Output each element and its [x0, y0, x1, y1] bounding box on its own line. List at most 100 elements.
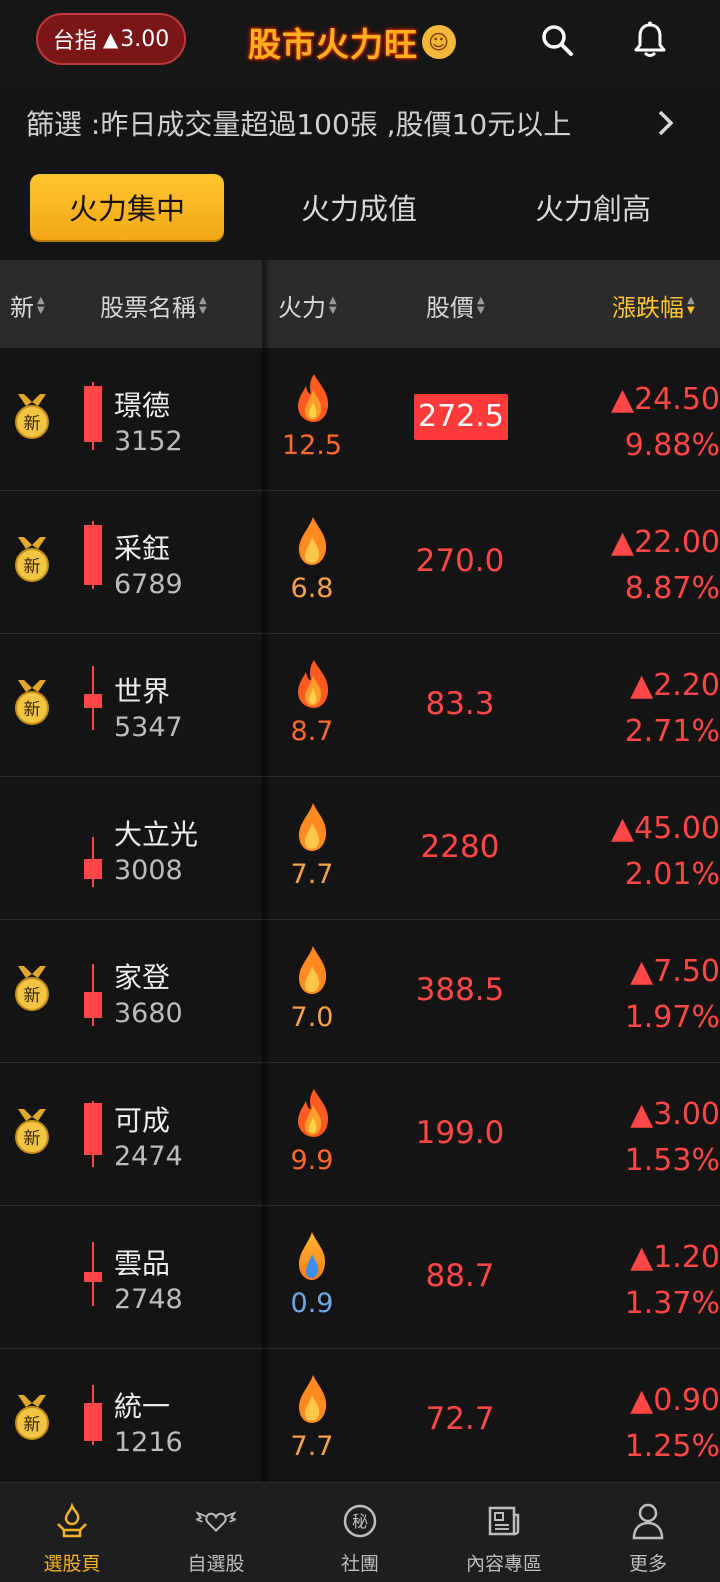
table-header: 新 ▲ ▼ 股票名稱 ▲ ▼ 火力 ▲ ▼ 股價 ▲ ▼ 漲跌幅 ▲ ▼: [0, 260, 720, 348]
column-name[interactable]: 股票名稱 ▲ ▼: [100, 288, 207, 323]
column-new-label: 新: [10, 294, 34, 322]
nav-content[interactable]: 內容專區: [432, 1483, 576, 1582]
bottom-nav: 選股頁 自選股 秘 社團 內容專區 更多: [0, 1482, 720, 1582]
index-arrow: ▲: [102, 27, 119, 51]
sort-icon: ▲ ▼: [329, 294, 337, 316]
column-price[interactable]: 股價 ▲ ▼: [426, 288, 485, 323]
column-fire[interactable]: 火力 ▲ ▼: [278, 288, 337, 323]
svg-text:新: 新: [24, 557, 41, 577]
table-row[interactable]: 新 世界 5347 8.7 83.3 ▲2.20 2.71%: [0, 634, 720, 777]
tab-fire-concentration[interactable]: 火力集中: [30, 174, 224, 240]
candlestick-icon: [82, 1349, 104, 1492]
fire-value: 7.7: [290, 1431, 334, 1462]
winged-heart-icon: [196, 1511, 236, 1533]
fire-icon: [292, 515, 332, 567]
table-row[interactable]: 大立光 3008 7.7 2280 ▲45.00 2.01%: [0, 777, 720, 920]
fire-value: 9.9: [290, 1145, 334, 1176]
fire-value: 7.7: [290, 859, 334, 890]
tab-fire-high[interactable]: 火力創高: [496, 174, 690, 240]
fire-icon: [292, 1230, 332, 1282]
filter-bar[interactable]: 篩選 :昨日成交量超過100張 ,股價10元以上: [0, 82, 720, 164]
nav-more[interactable]: 更多: [576, 1483, 720, 1582]
table-row[interactable]: 新 采鈺 6789 6.8 270.0 ▲22.00 8.87%: [0, 491, 720, 634]
column-name-label: 股票名稱: [100, 294, 196, 322]
nav-label: 自選股: [187, 1553, 245, 1575]
brand-title: 股市火力旺: [248, 25, 418, 64]
tab-bar: 火力集中 火力成值 火力創高: [0, 164, 720, 260]
price-change-percent: 1.97%: [624, 1000, 720, 1035]
grin-emoji-icon: ☺: [422, 25, 456, 59]
secret-club-icon: 秘: [343, 1504, 377, 1538]
column-price-label: 股價: [426, 294, 474, 322]
nav-label: 社團: [340, 1553, 379, 1575]
stock-name: 家登: [114, 961, 171, 994]
sort-icon: ▲ ▼: [199, 294, 207, 316]
stock-price: 83.3: [425, 686, 495, 722]
stock-name: 采鈺: [114, 532, 171, 565]
stock-name: 統一: [114, 1390, 171, 1423]
price-change-percent: 1.53%: [624, 1143, 720, 1178]
tab-fire-value[interactable]: 火力成值: [262, 174, 456, 240]
stock-name: 世界: [114, 675, 171, 708]
news-icon: [488, 1506, 520, 1536]
price-change: ▲24.50: [611, 382, 720, 417]
stock-code: 3008: [114, 855, 183, 886]
stock-price: 270.0: [415, 543, 505, 579]
table-row[interactable]: 新 統一 1216 7.7 72.7 ▲0.90 1.25%: [0, 1349, 720, 1492]
index-label: 台指: [52, 29, 97, 54]
stock-price: 88.7: [425, 1258, 495, 1294]
search-button[interactable]: [535, 18, 579, 62]
stock-name: 雲品: [114, 1247, 171, 1280]
price-change-percent: 1.37%: [624, 1286, 720, 1321]
stock-code: 2748: [114, 1284, 183, 1315]
fire-value: 7.0: [290, 1002, 334, 1033]
frozen-column-shadow: [262, 260, 270, 1482]
candlestick-icon: [82, 634, 104, 777]
stock-price: 2280: [420, 829, 500, 865]
search-icon: [542, 25, 573, 56]
fire-icon: [292, 801, 332, 853]
svg-text:秘: 秘: [352, 1512, 368, 1531]
nav-label: 選股頁: [43, 1553, 101, 1575]
price-change: ▲45.00: [611, 811, 720, 846]
candlestick-icon: [82, 491, 104, 634]
column-change-label: 漲跌幅: [612, 294, 684, 322]
price-change: ▲7.50: [630, 954, 720, 989]
nav-stock-pick[interactable]: 選股頁: [0, 1483, 144, 1582]
new-medal-icon: 新: [12, 678, 52, 728]
new-medal-icon: 新: [12, 964, 52, 1014]
table-row[interactable]: 新 家登 3680 7.0 388.5 ▲7.50 1.97%: [0, 920, 720, 1063]
table-row[interactable]: 新 可成 2474 9.9 199.0 ▲3.00 1.53%: [0, 1063, 720, 1206]
sort-desc-icon: ▲ ▼: [687, 294, 695, 316]
filter-text: 篩選 :昨日成交量超過100張 ,股價10元以上: [26, 108, 572, 141]
column-new[interactable]: 新 ▲ ▼: [10, 288, 45, 323]
stock-code: 6789: [114, 569, 183, 600]
new-medal-icon: 新: [12, 392, 52, 442]
candlestick-icon: [82, 777, 104, 920]
svg-text:新: 新: [24, 1415, 41, 1435]
candlestick-icon: [82, 1206, 104, 1349]
price-change: ▲3.00: [630, 1097, 720, 1132]
table-row[interactable]: 雲品 2748 0.9 88.7 ▲1.20 1.37%: [0, 1206, 720, 1349]
chevron-right-icon: [658, 110, 674, 136]
index-pill[interactable]: 台指 ▲ 3.00: [36, 13, 186, 65]
stock-price: 72.7: [425, 1401, 495, 1437]
fire-value: 0.9: [290, 1288, 334, 1319]
nav-club[interactable]: 秘 社團: [288, 1483, 432, 1582]
new-medal-icon: 新: [12, 535, 52, 585]
svg-text:新: 新: [24, 1129, 41, 1149]
stock-code: 3152: [114, 426, 183, 457]
svg-text:新: 新: [24, 414, 41, 434]
column-change[interactable]: 漲跌幅 ▲ ▼: [612, 288, 695, 323]
app-logo: 股市火力旺 ☺: [248, 14, 456, 70]
index-value: 3.00: [120, 26, 170, 52]
fire-value: 8.7: [290, 716, 334, 747]
sort-icon: ▲ ▼: [37, 294, 45, 316]
notification-button[interactable]: [628, 18, 672, 62]
table-row[interactable]: 新 璟德 3152 12.5 272.5 ▲24.50 9.88%: [0, 348, 720, 491]
price-change: ▲0.90: [630, 1383, 720, 1418]
nav-watchlist[interactable]: 自選股: [144, 1483, 288, 1582]
stock-name: 可成: [114, 1104, 171, 1137]
nav-label: 內容專區: [465, 1553, 542, 1575]
fire-icon: [292, 658, 332, 710]
